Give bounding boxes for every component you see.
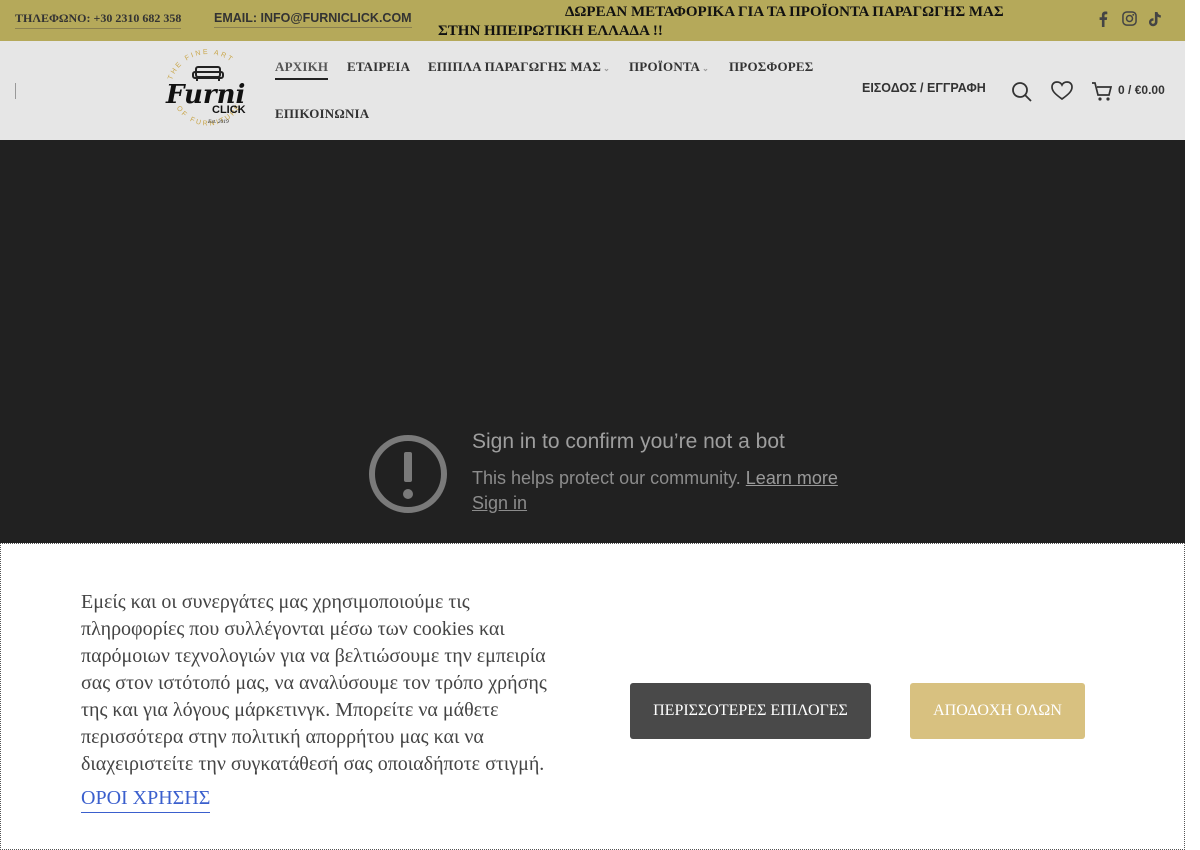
promo-line-1: ΔΩΡΕΑΝ ΜΕΤΑΦΟΡΙΚΑ ΓΙΑ ΤΑ ΠΡΟΪΟΝΤΑ ΠΑΡΑΓΩ… [565,4,1004,20]
terms-link[interactable]: ΟΡΟΙ ΧΡΗΣΗΣ [81,787,211,813]
nav-item-products-label: ΠΡΟΪΟΝΤΑ [629,59,701,74]
site-logo[interactable]: THE FINE ART OF FURNITURE Furni CLICK Es… [160,45,256,139]
login-register-link[interactable]: ΕΙΣΟΔΟΣ / ΕΓΓΡΑΦΗ [862,81,986,95]
cookie-banner: Εμείς και οι συνεργάτες μας χρησιμοποιού… [0,543,1185,850]
chevron-down-icon: ⌄ [603,64,610,73]
facebook-icon[interactable] [1095,11,1111,29]
video-embed[interactable]: Sign in to confirm you’re not a bot This… [0,140,1185,543]
warning-icon [368,434,448,514]
cart-count: 0 [1118,83,1125,97]
site-header: THE FINE ART OF FURNITURE Furni CLICK Es… [0,41,1185,140]
sign-in-link[interactable]: Sign in [472,493,527,514]
heart-icon[interactable] [1051,81,1073,106]
nav-item-company[interactable]: ΕΤΑΙΡΕΙΑ [347,59,410,75]
instagram-icon[interactable] [1121,11,1137,29]
more-options-button[interactable]: ΠΕΡΙΣΣΟΤΕΡΕΣ ΕΠΙΛΟΓΕΣ [630,683,871,739]
nav-item-contact[interactable]: ΕΠΙΚΟΙΝΩΝΙΑ [275,106,369,122]
bot-check-title: Sign in to confirm you’re not a bot [472,430,785,453]
cart-icon[interactable] [1091,81,1113,108]
search-icon[interactable] [1011,81,1033,108]
nav-item-home[interactable]: ΑΡΧΙΚΗ [275,59,329,80]
email-link[interactable]: EMAIL: INFO@FURNICLICK.COM [214,11,412,28]
logo-name-bottom: CLICK [212,104,246,116]
chevron-down-icon: ⌄ [702,64,710,73]
nav-item-offers[interactable]: ΠΡΟΣΦΟΡΕΣ [729,59,813,75]
bot-check-subtitle: This helps protect our community. Learn … [472,468,838,489]
cart-total: €0.00 [1134,83,1165,97]
cart-summary[interactable]: 0 / €0.00 [1118,83,1165,97]
top-bar: ΤΗΛΕΦΩΝΟ: +30 2310 682 358 EMAIL: INFO@F… [0,0,1185,41]
nav-item-our-furniture[interactable]: ΕΠΙΠΛΑ ΠΑΡΑΓΩΓΗΣ ΜΑΣ ⌄ [428,59,610,75]
tiktok-icon[interactable] [1147,11,1163,29]
nav-item-products[interactable]: ΠΡΟΪΟΝΤΑ ⌄ [629,59,709,75]
cart-separator: / [1128,83,1132,97]
nav-item-our-furniture-label: ΕΠΙΠΛΑ ΠΑΡΑΓΩΓΗΣ ΜΑΣ [428,59,602,74]
learn-more-link[interactable]: Learn more [746,468,838,488]
cookie-message: Εμείς και οι συνεργάτες μας χρησιμοποιού… [81,591,547,775]
accept-all-button[interactable]: ΑΠΟΔΟΧΗ ΟΛΩΝ [910,683,1085,739]
promo-line-2: ΣΤΗΝ ΗΠΕΙΡΩΤΙΚΗ ΕΛΛΑΔΑ !! [438,23,663,39]
phone-link[interactable]: ΤΗΛΕΦΩΝΟ: +30 2310 682 358 [15,11,182,29]
logo-est: Est. 2019 [207,119,229,125]
divider [15,83,16,99]
bot-check-subtitle-text: This helps protect our community. [472,468,741,488]
promo-banner: ΔΩΡΕΑΝ ΜΕΤΑΦΟΡΙΚΑ ΓΙΑ ΤΑ ΠΡΟΪΟΝΤΑ ΠΑΡΑΓΩ… [438,3,1028,41]
